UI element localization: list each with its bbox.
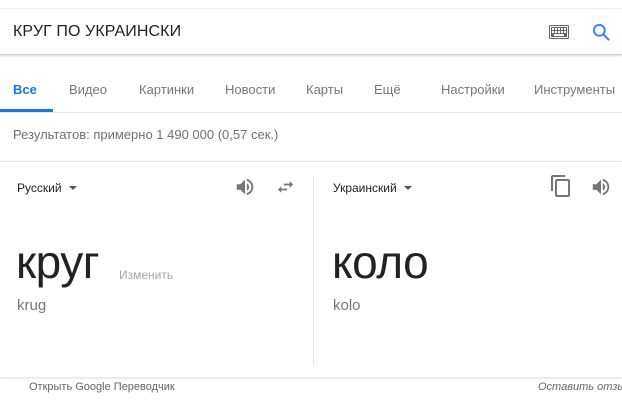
tab-more[interactable]: Ещё	[374, 82, 401, 97]
open-translator-link[interactable]: Открыть Google Переводчик	[29, 381, 175, 393]
speaker-icon[interactable]	[234, 176, 256, 198]
target-transliteration: kolo	[333, 297, 361, 314]
active-tab-indicator	[0, 109, 53, 112]
source-language-select[interactable]: Русский	[17, 181, 77, 195]
feedback-link[interactable]: Оставить отзыв	[538, 381, 622, 393]
search-results-page: КРУГ ПО УКРАИНСКИ Все Видео Картинки Нов…	[0, 0, 622, 404]
edit-source-link[interactable]: Изменить	[119, 268, 173, 282]
card-divider	[313, 176, 314, 366]
tab-maps[interactable]: Карты	[306, 82, 343, 97]
results-stats: Результатов: примерно 1 490 000 (0,57 се…	[13, 127, 279, 142]
tab-news[interactable]: Новости	[225, 82, 275, 97]
search-tabs: Все Видео Картинки Новости Карты Ещё Нас…	[0, 66, 622, 113]
target-language-select[interactable]: Украинский	[333, 181, 412, 195]
tab-tools[interactable]: Инструменты	[534, 82, 615, 97]
speaker-icon[interactable]	[590, 176, 612, 198]
tab-images[interactable]: Картинки	[139, 82, 194, 97]
target-word: коло	[332, 236, 429, 288]
translation-card: Русский круг Изменить krug Украинский ко…	[0, 161, 622, 377]
keyboard-icon[interactable]	[549, 25, 569, 39]
source-word: круг	[16, 236, 99, 288]
search-icon[interactable]	[591, 22, 611, 42]
copy-icon[interactable]	[549, 174, 573, 198]
tab-all[interactable]: Все	[13, 82, 37, 97]
source-transliteration: krug	[17, 297, 47, 314]
search-bar[interactable]: КРУГ ПО УКРАИНСКИ	[0, 9, 622, 54]
tab-settings[interactable]: Настройки	[441, 82, 505, 97]
tab-video[interactable]: Видео	[69, 82, 107, 97]
target-language-label: Украинский	[333, 181, 397, 195]
search-input[interactable]: КРУГ ПО УКРАИНСКИ	[13, 23, 181, 41]
chevron-down-icon	[403, 186, 412, 190]
chevron-down-icon	[68, 186, 77, 190]
swap-languages-icon[interactable]	[275, 177, 296, 197]
source-language-label: Русский	[17, 181, 62, 195]
